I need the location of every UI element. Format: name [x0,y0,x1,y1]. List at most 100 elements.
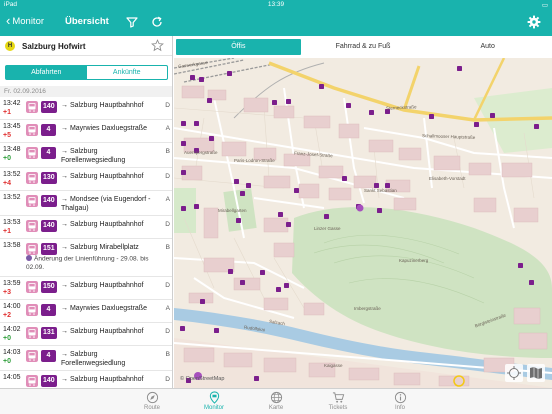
departure-row[interactable]: 14:00 +2 4 → Mayrwies Daxluegstraße A [0,300,172,323]
departure-destination: → Mayrwies Daxluegstraße [61,125,147,132]
bus-icon [26,124,38,136]
bottom-tab-bar: Route Monitor Karte Tickets Info [0,388,552,414]
departure-platform: A [165,125,170,132]
info-icon [394,391,406,404]
page-title: Übersicht [65,16,109,27]
bus-icon [26,101,38,113]
departure-destination: → Salzburg Hauptbahnhof [61,328,144,335]
date-group-header: Fr. 02.09.2016 [0,86,172,97]
departure-row[interactable]: 13:53 +1 140 → Salzburg Hauptbahnhof D [0,216,172,239]
departure-row[interactable]: 13:45 +5 4 → Mayrwies Daxluegstraße A [0,120,172,143]
bus-icon [26,195,38,207]
settings-gear-icon[interactable] [527,15,541,29]
departure-platform: B [165,148,170,155]
map-view[interactable]: Gaswerkgasse Sterneckstraße Franz-Josef-St… [174,58,552,388]
tab-public-transport[interactable]: Öffis [176,39,301,55]
map-street-label: Kaigasse [324,363,343,368]
tab-tickets[interactable]: Tickets [307,389,369,414]
tab-info[interactable]: Info [369,389,431,414]
departures-list: 13:42 +1 140 → Salzburg Hauptbahnhof D 13:45 +… [0,97,172,388]
departure-destination: → Salzburg Mirabellplatz [61,244,139,251]
departure-delay: +2 [3,312,11,319]
departure-row[interactable]: 13:52 140 → Mondsee (via Eugendorf - Thalg… [0,191,172,216]
departure-delay: +0 [3,358,11,365]
line-number-badge: 140 [41,375,57,387]
map-street-label: Elisabeth-Vorstadt [429,176,466,181]
departure-row[interactable]: 13:58 151 → Salzburg Mirabellplatz B Änderun… [0,239,172,277]
departure-row[interactable]: 13:42 +1 140 → Salzburg Hauptbahnhof D [0,97,172,120]
line-number-badge: 4 [41,304,56,316]
tab-map[interactable]: Karte [245,389,307,414]
departure-row[interactable]: 13:59 +3 150 → Salzburg Hauptbahnhof D [0,277,172,300]
departure-platform: D [165,173,170,180]
arrivals-segment[interactable]: Ankünfte [87,66,168,79]
map-attribution[interactable]: © OpenStreetMap [180,376,224,382]
tab-car[interactable]: Auto [425,39,550,55]
departure-time: 13:58 [3,242,21,249]
departure-time: 14:00 [3,303,21,310]
departure-platform: A [165,196,170,203]
chevron-left-icon: ‹ [6,12,11,28]
transport-mode-tabs: Öffis Fahrrad & zu Fuß Auto [174,36,552,58]
departure-delay: +1 [3,228,11,235]
refresh-icon[interactable] [150,15,164,29]
departure-time: 13:53 [3,219,21,226]
departure-platform: B [165,351,170,358]
line-number-badge: 4 [41,147,56,159]
map-street-label: Kapuzinerberg [399,258,429,263]
departure-platform: D [165,376,170,383]
departure-row[interactable]: 14:03 +0 4 → Salzburg Forellenwegsiedlung B [0,346,172,371]
tab-map-label: Karte [268,405,284,411]
departure-platform: D [165,282,170,289]
tab-bike-walk[interactable]: Fahrrad & zu Fuß [301,39,426,55]
departure-row[interactable]: 13:48 +0 4 → Salzburg Forellenwegsiedlung B [0,143,172,168]
tab-monitor[interactable]: Monitor [183,389,245,414]
cart-icon [332,392,344,403]
filter-icon[interactable] [125,15,139,29]
departures-segment[interactable]: Abfahrten [6,66,87,79]
status-bar: iPad 13:39 ▭ [0,0,552,10]
tab-route-label: Route [143,405,160,411]
line-number-badge: 131 [41,327,57,339]
status-time: 13:39 [267,1,285,8]
favorite-star-icon[interactable] [151,39,164,52]
departure-destination: → Salzburg Forellenwegsiedlung [61,148,126,164]
back-button[interactable]: ‹ Monitor [6,12,45,28]
map-street-label: Sankt Sebastian [364,188,397,193]
map-street-label: Mirabellgarten [218,208,247,213]
departure-time: 14:05 [3,374,21,381]
line-number-badge: 4 [41,124,56,136]
line-number-badge: 150 [41,281,57,293]
departure-platform: B [165,244,170,251]
back-label: Monitor [12,16,45,27]
departure-time: 13:42 [3,100,21,107]
departure-time: 13:59 [3,280,21,287]
stop-badge: H [5,41,15,51]
bus-icon [26,375,38,387]
map-layers-icon[interactable] [527,364,545,382]
map-street-label: Auerspergstraße [184,150,218,155]
map-canvas[interactable] [174,58,552,388]
departure-destination: → Salzburg Hauptbahnhof [61,102,144,109]
departure-row[interactable]: 13:52 +4 130 → Salzburg Hauptbahnhof D [0,168,172,191]
departure-monitor-panel: H Salzburg Hofwirt Abfahrten Ankünfte Fr… [0,36,173,388]
departure-time: 13:45 [3,123,21,130]
departure-time: 13:52 [3,194,21,201]
bus-icon [26,220,38,232]
departure-platform: D [165,102,170,109]
locate-me-icon[interactable] [505,364,523,382]
departure-destination: → Salzburg Hauptbahnhof [61,376,144,383]
departure-time: 14:02 [3,326,21,333]
line-number-badge: 151 [41,243,57,255]
departure-time: 13:52 [3,171,21,178]
departure-destination: → Salzburg Forellenwegsiedlung [61,351,126,367]
bus-icon [26,350,38,362]
tab-route[interactable]: Route [121,389,183,414]
departure-row[interactable]: 14:05 140 → Salzburg Hauptbahnhof D [0,371,172,388]
departure-destination: → Salzburg Hauptbahnhof [61,173,144,180]
departure-row[interactable]: 14:02 +0 131 → Salzburg Hauptbahnhof D [0,323,172,346]
map-street-label: Linzer Gasse [314,226,341,231]
service-notice-text: Änderung der Linienführung - 29.08. bis … [26,255,149,271]
stop-header: H Salzburg Hofwirt [0,36,172,56]
stop-name: Salzburg Hofwirt [22,42,86,51]
